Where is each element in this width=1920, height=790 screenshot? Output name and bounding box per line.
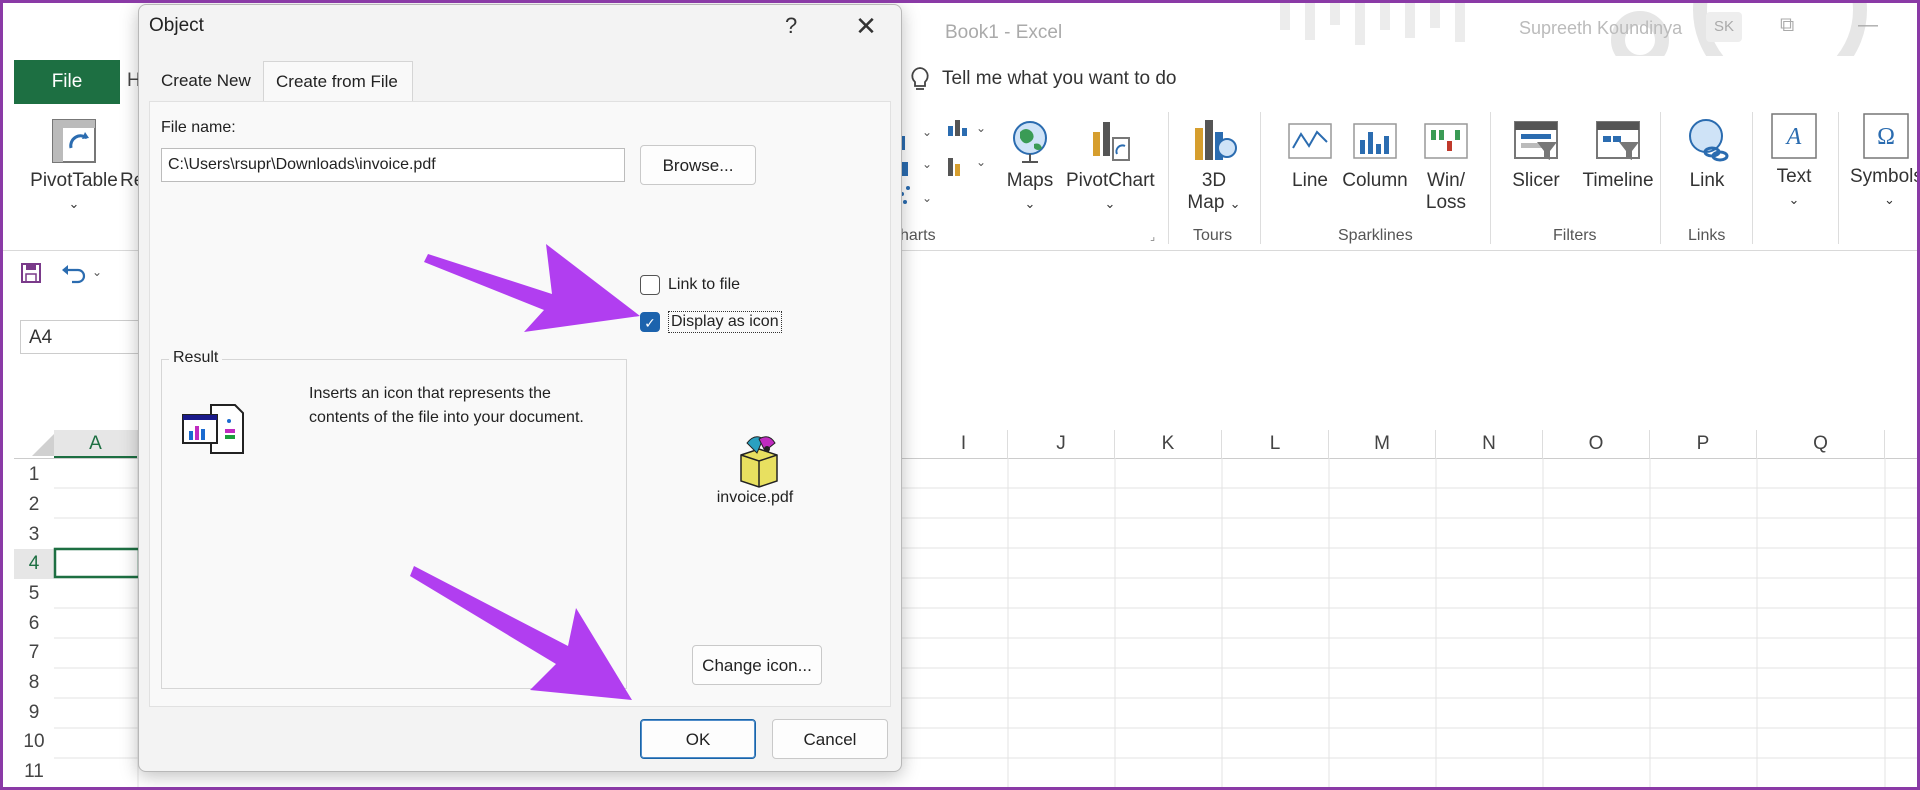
screenshot-frame: [0, 0, 1920, 790]
tab-create-from-file[interactable]: Create from File: [263, 61, 413, 101]
